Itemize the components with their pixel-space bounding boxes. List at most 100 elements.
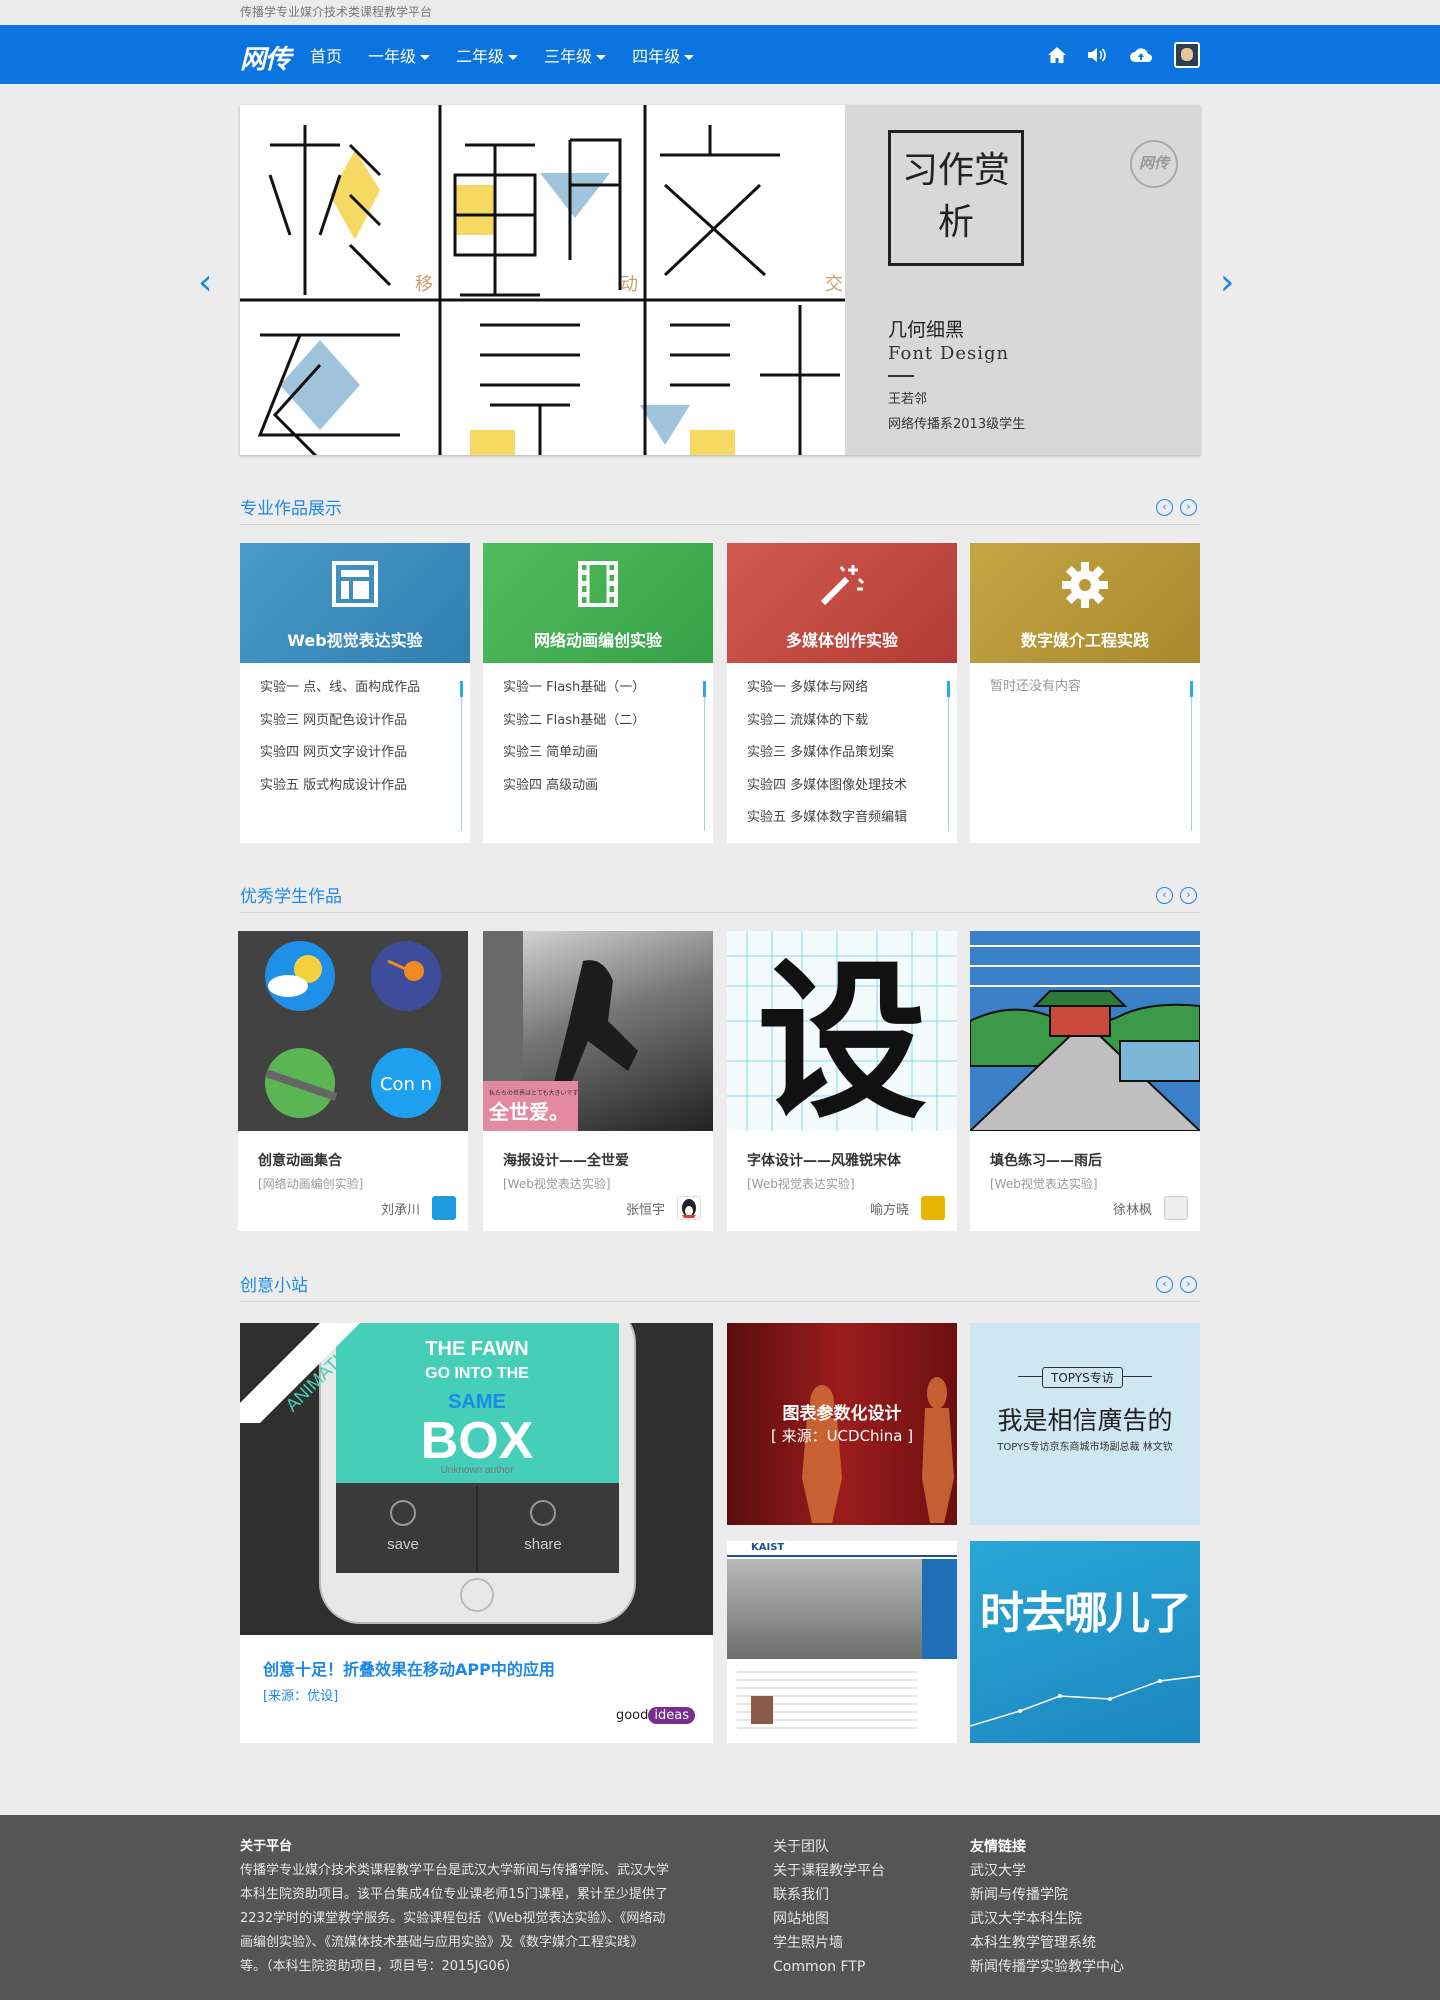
lab-card-web[interactable]: Web视觉表达实验 实验一 点、线、面构成作品 实验三 网页配色设计作品 实验四… [240,543,470,843]
carousel-next-arrow[interactable]: › [1220,262,1234,303]
lab-item[interactable]: 实验三 网页配色设计作品 [260,708,470,741]
footer-link[interactable]: Common FTP [773,1955,885,1979]
creative-feature-card[interactable]: THE FAWN GO INTO THE SAME BOX Unknown au… [240,1323,713,1743]
work-author: 喻方晓 [869,1203,909,1218]
footer-link[interactable]: 新闻与传播学院 [970,1883,1124,1907]
work-author: 刘承川 [380,1203,420,1218]
lab-item[interactable]: 实验三 多媒体作品策划案 [747,740,957,773]
hero-typography-art: 移 动 交 [240,105,845,455]
author-avatar[interactable] [921,1196,945,1220]
phone-line-1: THE FAWN [425,1338,528,1360]
phone-line-3: SAME [448,1391,506,1413]
hero-carousel[interactable]: 移 动 交 习作赏析 网传 几何细黑 Font Design 王若邻 网络传播系… [240,105,1200,455]
lab-item[interactable]: 实验一 点、线、面构成作品 [260,675,470,708]
footer-link[interactable]: 学生照片墙 [773,1931,885,1955]
art-label-3: 交 [825,274,843,295]
lab-scrollbar[interactable] [947,681,950,831]
lab-item[interactable]: 实验三 简单动画 [503,740,713,773]
work-title[interactable]: 海报设计——全世爱 [503,1150,629,1170]
user-avatar[interactable] [1174,41,1200,68]
lab-header: Web视觉表达实验 [240,543,470,663]
footer-link[interactable]: 本科生教学管理系统 [970,1931,1124,1955]
lab-scrollbar[interactable] [703,681,706,831]
caption-logo: 网传 [1130,140,1178,188]
creative-card-topys[interactable]: TOPYS专访 我是相信廣告的 TOPYS专访京东商城市场副总裁 林文钦 [970,1323,1200,1525]
chart-card-title: 图表参数化设计 [782,1404,902,1424]
footer-friend-links: 友情链接 武汉大学 新闻与传播学院 武汉大学本科生院 本科生教学管理系统 新闻传… [970,1835,1124,1979]
lab-card-animation[interactable]: 网络动画编创实验 实验一 Flash基础（一） 实验二 Flash基础（二） 实… [483,543,713,843]
author-avatar[interactable] [1164,1196,1188,1220]
work-card[interactable]: 私たちの世界はとても大きいです 全世爱。 海报设计——全世爱 [Web视觉表达实… [483,931,713,1231]
footer-link[interactable]: 网站地图 [773,1907,885,1931]
lab-scrollbar[interactable] [1190,681,1193,831]
menu-home[interactable]: 首页 [310,43,342,67]
creative-card-time[interactable]: 时去哪儿了 [970,1541,1200,1743]
work-title[interactable]: 字体设计——风雅锐宋体 [747,1150,901,1170]
prev-icon[interactable]: ‹ [1156,887,1173,904]
menu-grade-3[interactable]: 三年级 [544,43,606,67]
footer-links: 关于团队 关于课程教学平台 联系我们 网站地图 学生照片墙 Common FTP [773,1835,885,1979]
site-logo[interactable]: 网传 [240,39,291,76]
lab-scrollbar[interactable] [460,681,463,831]
creative-card-kaist[interactable]: KAIST [727,1541,957,1743]
menu-grade-1[interactable]: 一年级 [368,43,430,67]
lab-item[interactable]: 实验一 Flash基础（一） [503,675,713,708]
phone-save-btn: save [387,1536,419,1553]
lab-list: 实验一 多媒体与网络 实验二 流媒体的下载 实验三 多媒体作品策划案 实验四 多… [727,663,957,838]
lab-item[interactable]: 实验四 多媒体图像处理技术 [747,773,957,806]
volume-icon[interactable] [1088,47,1108,63]
footer-link[interactable]: 关于团队 [773,1835,885,1859]
menu-grade-2[interactable]: 二年级 [456,43,518,67]
author-avatar[interactable] [432,1196,456,1220]
next-icon[interactable]: › [1180,887,1197,904]
feature-title[interactable]: 创意十足！折叠效果在移动APP中的应用 [263,1656,555,1680]
art-label-1: 移 [415,274,433,295]
lab-card-multimedia[interactable]: 多媒体创作实验 实验一 多媒体与网络 实验二 流媒体的下载 实验三 多媒体作品策… [727,543,957,843]
topys-headline: 我是相信廣告的 [997,1406,1173,1435]
lab-card-digital-media[interactable]: 数字媒介工程实践 暂时还没有内容 [970,543,1200,843]
feature-image: THE FAWN GO INTO THE SAME BOX Unknown au… [240,1323,713,1635]
lab-item[interactable]: 实验四 高级动画 [503,773,713,806]
main-navbar: 网传 首页 一年级 二年级 三年级 四年级 [0,25,1440,84]
lab-item[interactable]: 实验四 网页文字设计作品 [260,740,470,773]
nav-right-tools [1048,25,1200,84]
lab-item[interactable]: 实验二 Flash基础（二） [503,708,713,741]
work-card[interactable]: Con n 创意动画集合 [网络动画编创实验] 刘承川 [238,931,468,1231]
menu-grade-4[interactable]: 四年级 [632,43,694,67]
work-title[interactable]: 创意动画集合 [258,1150,342,1170]
creative-card-chart[interactable]: 图表参数化设计 [ 来源：UCDChina ] [727,1323,957,1525]
lab-header: 网络动画编创实验 [483,543,713,663]
hero-artwork: 移 动 交 [240,105,845,455]
kaist-profile-photo [751,1696,773,1724]
work-card[interactable]: 设 字体设计——风雅锐宋体 [Web视觉表达实验] 喻方晓 [727,931,957,1231]
work-title[interactable]: 填色练习——雨后 [990,1150,1102,1170]
caption-subtitle: Font Design [888,343,1010,364]
topys-sub: TOPYS专访京东商城市场副总裁 林文钦 [997,1442,1173,1453]
footer-link[interactable]: 新闻传播学实验教学中心 [970,1955,1124,1979]
cloud-upload-icon[interactable] [1130,47,1152,63]
poster-tagline: 私たちの世界はとても大きいです [489,1089,578,1097]
lab-header: 多媒体创作实验 [727,543,957,663]
footer-about: 关于平台 传播学专业媒介技术类课程教学平台是武汉大学新闻与传播学院、武汉大学 本… [240,1835,720,1979]
carousel-prev-arrow[interactable]: ‹ [198,262,212,303]
lab-item[interactable]: 实验一 多媒体与网络 [747,675,957,708]
author-avatar[interactable] [677,1196,701,1220]
topys-tag: TOPYS专访 [1042,1367,1123,1388]
home-icon[interactable] [1048,46,1066,63]
work-icon-text: Con n [380,1074,432,1095]
prev-icon[interactable]: ‹ [1156,499,1173,516]
prev-icon[interactable]: ‹ [1156,1276,1173,1293]
next-icon[interactable]: › [1180,1276,1197,1293]
footer-link[interactable]: 联系我们 [773,1883,885,1907]
footer-link[interactable]: 关于课程教学平台 [773,1859,885,1883]
footer-link[interactable]: 武汉大学本科生院 [970,1907,1124,1931]
magic-wand-icon [727,561,957,617]
work-card[interactable]: 填色练习——雨后 [Web视觉表达实验] 徐林枫 [970,931,1200,1231]
lab-item[interactable]: 实验五 多媒体数字音频编辑 [747,805,957,838]
next-icon[interactable]: › [1180,499,1197,516]
phone-line-2: GO INTO THE [425,1365,529,1382]
caption-box: 习作赏析 [888,130,1024,266]
lab-item[interactable]: 实验二 流媒体的下载 [747,708,957,741]
lab-item[interactable]: 实验五 版式构成设计作品 [260,773,470,806]
footer-link[interactable]: 武汉大学 [970,1859,1124,1883]
